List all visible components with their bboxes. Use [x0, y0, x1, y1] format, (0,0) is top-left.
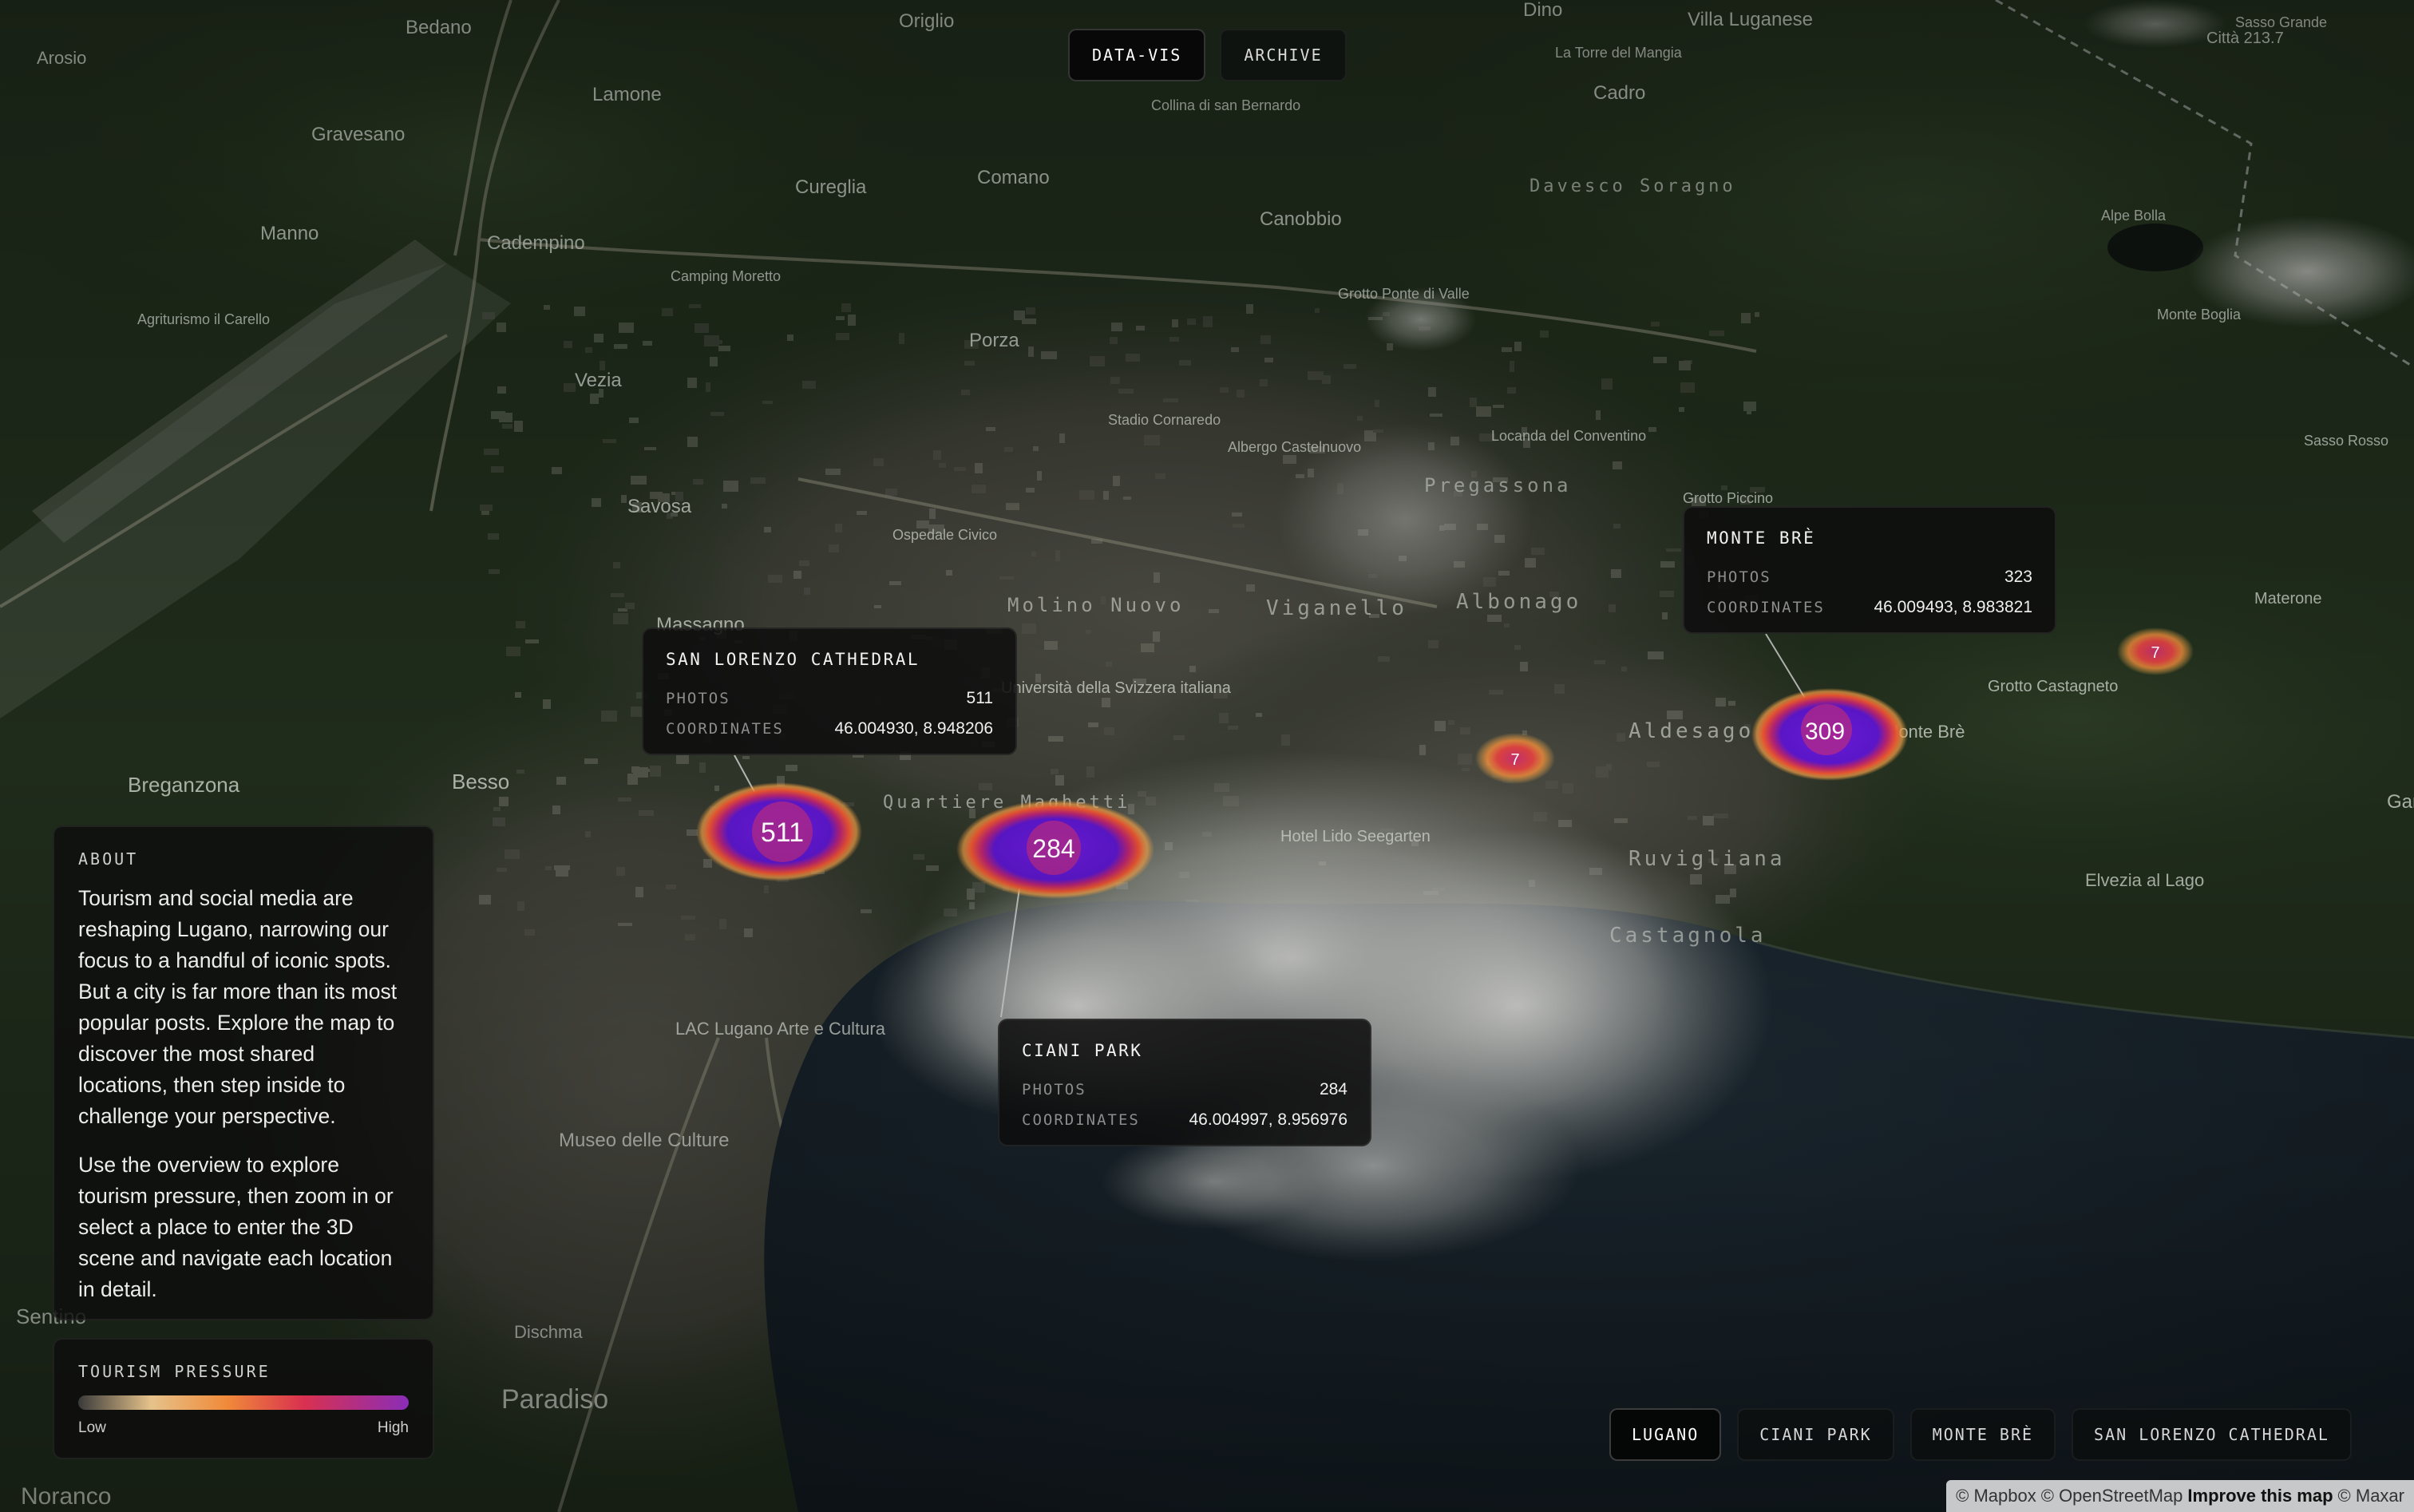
map-place-label: Ruvigliana	[1628, 847, 1786, 871]
location-lugano-button[interactable]: LUGANO	[1609, 1408, 1722, 1461]
map-place-label: Canobbio	[1260, 208, 1342, 230]
map-place-label: Vezia	[575, 370, 622, 391]
map-place-label: Davesco Soragno	[1530, 176, 1736, 196]
tooltip-photos-label: PHOTOS	[1707, 568, 1771, 586]
map-place-label: Grotto Piccino	[1683, 490, 1773, 506]
map-place-label: Comano	[977, 167, 1050, 188]
attribution-mapbox-link[interactable]: © Mapbox	[1956, 1486, 2036, 1506]
tooltip-photos-value: 323	[2004, 568, 2032, 586]
tooltip-coords-label: COORDINATES	[1022, 1111, 1140, 1129]
map-place-label: Besso	[452, 770, 509, 794]
hotspot-count-ciani-park: 284	[1032, 834, 1074, 863]
map-place-label: Stadio Cornaredo	[1108, 412, 1221, 428]
map-place-label: Elvezia al Lago	[2085, 870, 2204, 890]
map-place-label: Paradiso	[501, 1384, 608, 1415]
map-place-label: Cadro	[1593, 82, 1645, 104]
location-nav: LUGANO CIANI PARK MONTE BRÈ SAN LORENZO …	[1609, 1408, 2352, 1461]
tooltip-coords-value: 46.009493, 8.983821	[1874, 598, 2032, 616]
map-place-label: Materone	[2254, 590, 2322, 608]
map-place-label: Albonago	[1456, 590, 1581, 614]
map-place-label: Grotto Ponte di Valle	[1338, 286, 1470, 302]
map-place-label: Cadempino	[487, 232, 585, 254]
map-place-label: Sasso Rosso	[2304, 433, 2388, 449]
top-nav: DATA-VIS ARCHIVE	[1068, 29, 1347, 81]
tooltip-photos-value: 284	[1319, 1080, 1347, 1098]
map-place-label: Hotel Lido Seegarten	[1280, 828, 1431, 845]
map-place-label: Monte Boglia	[2157, 307, 2242, 323]
attribution-osm-link[interactable]: © OpenStreetMap	[2041, 1486, 2183, 1506]
map-place-label: Castagnola	[1609, 924, 1767, 948]
map-place-label: Noranco	[21, 1483, 111, 1510]
tourism-pressure-legend: TOURISM PRESSURE Low High	[53, 1338, 434, 1459]
map-place-label: Gravesano	[311, 124, 405, 145]
map-place-label: LAC Lugano Arte e Cultura	[675, 1019, 886, 1039]
map-place-label: La Torre del Mangia	[1555, 45, 1683, 61]
hotspot-count-san-lorenzo: 511	[761, 817, 804, 848]
map-place-label: Locanda del Conventino	[1491, 428, 1646, 444]
map-place-label: Dino	[1523, 0, 1562, 21]
map-place-label: Dischma	[514, 1322, 583, 1342]
tab-archive[interactable]: ARCHIVE	[1220, 29, 1347, 81]
map-place-label: Gand	[2387, 791, 2414, 813]
map-place-label: Viganello	[1266, 596, 1407, 620]
map-place-label: Porza	[969, 330, 1019, 351]
map-place-label: Collina di san Bernardo	[1151, 97, 1300, 113]
tooltip-coords-value: 46.004997, 8.956976	[1189, 1110, 1347, 1129]
tooltip-san-lorenzo: SAN LORENZO CATHEDRAL PHOTOS 511 COORDIN…	[642, 627, 1017, 755]
map-place-label: Museo delle Culture	[559, 1130, 729, 1151]
map-place-label: Origlio	[899, 10, 954, 32]
tooltip-monte-bre: MONTE BRÈ PHOTOS 323 COORDINATES 46.0094…	[1683, 506, 2056, 634]
about-paragraph-2: Use the overview to explore tourism pres…	[78, 1153, 394, 1301]
map-place-label: Lamone	[592, 84, 662, 105]
tooltip-coords-label: COORDINATES	[1707, 599, 1825, 616]
tooltip-title: CIANI PARK	[1022, 1041, 1143, 1060]
about-heading: ABOUT	[78, 849, 139, 869]
tooltip-photos-value: 511	[966, 689, 993, 707]
tooltip-title: SAN LORENZO CATHEDRAL	[666, 650, 920, 669]
tab-data-vis[interactable]: DATA-VIS	[1068, 29, 1206, 81]
legend-high-label: High	[377, 1419, 409, 1436]
map-attribution: © Mapbox © OpenStreetMap Improve this ma…	[1946, 1480, 2414, 1512]
map-place-label: Bedano	[406, 17, 472, 38]
attribution-maxar-link[interactable]: © Maxar	[2338, 1486, 2404, 1506]
map-place-label: Cureglia	[795, 176, 867, 198]
location-san-lorenzo-button[interactable]: SAN LORENZO CATHEDRAL	[2072, 1408, 2352, 1461]
map-place-label: Pregassona	[1424, 474, 1572, 497]
map-place-label: Savosa	[627, 496, 692, 517]
map-place-label: Alpe Bolla	[2101, 208, 2167, 224]
legend-low-label: Low	[78, 1419, 106, 1436]
map-place-label: Arosio	[37, 48, 86, 68]
map-place-label: Ospedale Civico	[892, 527, 997, 543]
map-place-label: Breganzona	[128, 773, 240, 797]
map-place-label: Agriturismo il Carello	[137, 311, 270, 327]
hotspot-count-east-2: 7	[2151, 644, 2159, 662]
map-stage[interactable]: Bedano Origlio Dino Villa Luganese Arosio Gra…	[0, 0, 2414, 1512]
attribution-improve-link[interactable]: Improve this map	[2187, 1486, 2333, 1506]
hotspot-count-east-1: 7	[1510, 751, 1519, 769]
legend-heading: TOURISM PRESSURE	[78, 1362, 271, 1381]
tooltip-ciani-park: CIANI PARK PHOTOS 284 COORDINATES 46.004…	[998, 1019, 1371, 1146]
location-ciani-park-button[interactable]: CIANI PARK	[1737, 1408, 1894, 1461]
tooltip-photos-label: PHOTOS	[666, 690, 730, 707]
about-panel: ABOUT Tourism and social media are resha…	[53, 825, 434, 1320]
map-place-label: Manno	[260, 223, 319, 244]
about-paragraph-1: Tourism and social media are reshaping L…	[78, 886, 398, 1128]
map-place-label: Grotto Castagneto	[1988, 678, 2118, 695]
legend-gradient-bar	[78, 1395, 409, 1410]
map-place-label: Città 213.7	[2206, 30, 2284, 47]
hotspot-count-monte-bre: 309	[1805, 718, 1845, 745]
map-place-label: Albergo Castelnuovo	[1228, 439, 1361, 455]
map-place-label: Molino Nuovo	[1007, 594, 1184, 616]
map-place-label: Camping Moretto	[671, 268, 781, 284]
map-place-label: Università della Svizzera italiana	[1001, 679, 1232, 697]
map-place-label: Villa Luganese	[1688, 9, 1813, 30]
map-place-label: Sasso Grande	[2235, 14, 2327, 30]
tooltip-photos-label: PHOTOS	[1022, 1081, 1086, 1098]
map-place-label: Aldesago	[1628, 719, 1754, 743]
location-monte-bre-button[interactable]: MONTE BRÈ	[1909, 1408, 2056, 1461]
tooltip-title: MONTE BRÈ	[1707, 528, 1816, 548]
tooltip-coords-label: COORDINATES	[666, 720, 784, 738]
tooltip-coords-value: 46.004930, 8.948206	[834, 719, 993, 738]
